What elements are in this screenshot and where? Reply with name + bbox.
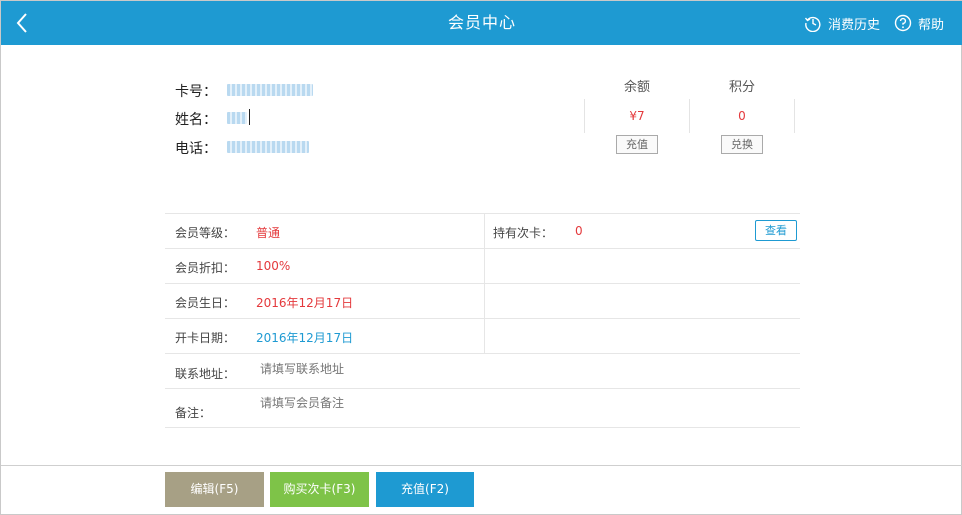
history-link[interactable]: 消费历史 (804, 13, 880, 33)
card-number-label: 卡号： (175, 84, 217, 100)
level-label: 会员等级： (175, 226, 236, 240)
balance-value: ¥7 (629, 109, 645, 123)
help-label: 帮助 (918, 17, 945, 33)
birthday-value: 2016年12月17日 (256, 296, 354, 310)
detail-row-note: 备注： (165, 388, 800, 428)
recharge-button[interactable]: 充值(F2) (376, 472, 474, 507)
history-icon (804, 16, 821, 32)
times-card-value: 0 (575, 224, 583, 238)
address-input[interactable] (260, 362, 560, 376)
buy-times-card-button[interactable]: 购买次卡(F3) (270, 472, 369, 507)
history-label: 消费历史 (828, 17, 881, 33)
phone-value: 13800138000 (227, 141, 309, 153)
points-panel: 积分 0 兑换 (690, 79, 794, 154)
points-value: 0 (738, 109, 746, 123)
open-date-label: 开卡日期： (175, 331, 236, 345)
discount-value: 100% (256, 259, 291, 273)
phone-label: 电话： (175, 141, 217, 157)
name-label: 姓名： (175, 112, 217, 128)
points-exchange-button[interactable]: 兑换 (721, 135, 763, 154)
note-label: 备注： (175, 406, 212, 420)
discount-label: 会员折扣： (175, 261, 236, 275)
help-icon (894, 14, 912, 32)
header-bar: 会员中心 消费历史 帮助 (1, 1, 962, 45)
footer-divider (1, 465, 962, 466)
note-input[interactable] (260, 396, 560, 410)
address-label: 联系地址： (175, 367, 236, 381)
balance-title: 余额 (623, 80, 650, 95)
stats-divider-right (794, 99, 795, 133)
detail-column-divider (484, 213, 485, 354)
times-card-label: 持有次卡： (493, 226, 554, 240)
detail-row-level: 会员等级： 普通 持有次卡： 0 查看 (165, 213, 800, 248)
stats-divider-middle (689, 99, 690, 133)
balance-recharge-button[interactable]: 充值 (616, 135, 658, 154)
help-link[interactable]: 帮助 (894, 13, 944, 33)
detail-row-open-date: 开卡日期： 2016年12月17日 (165, 318, 800, 353)
name-value: 张三 (227, 112, 247, 124)
detail-row-address: 联系地址： (165, 353, 800, 388)
view-times-card-button[interactable]: 查看 (755, 220, 797, 241)
member-detail-table: 会员等级： 普通 持有次卡： 0 查看 会员折扣： 100% 会员生日： 201… (165, 213, 800, 428)
level-value: 普通 (256, 226, 281, 240)
points-title: 积分 (728, 80, 755, 95)
member-center-window: 会员中心 消费历史 帮助 卡号： 1234567890123 姓名： 张三 电话… (0, 0, 962, 515)
detail-row-discount: 会员折扣： 100% (165, 248, 800, 283)
balance-panel: 余额 ¥7 充值 (585, 79, 689, 154)
open-date-value: 2016年12月17日 (256, 331, 354, 345)
stats-divider-left (584, 99, 585, 133)
detail-row-birthday: 会员生日： 2016年12月17日 (165, 283, 800, 318)
text-cursor (249, 109, 250, 125)
birthday-label: 会员生日： (175, 296, 236, 310)
edit-button[interactable]: 编辑(F5) (165, 472, 264, 507)
card-number-value: 1234567890123 (227, 84, 313, 96)
